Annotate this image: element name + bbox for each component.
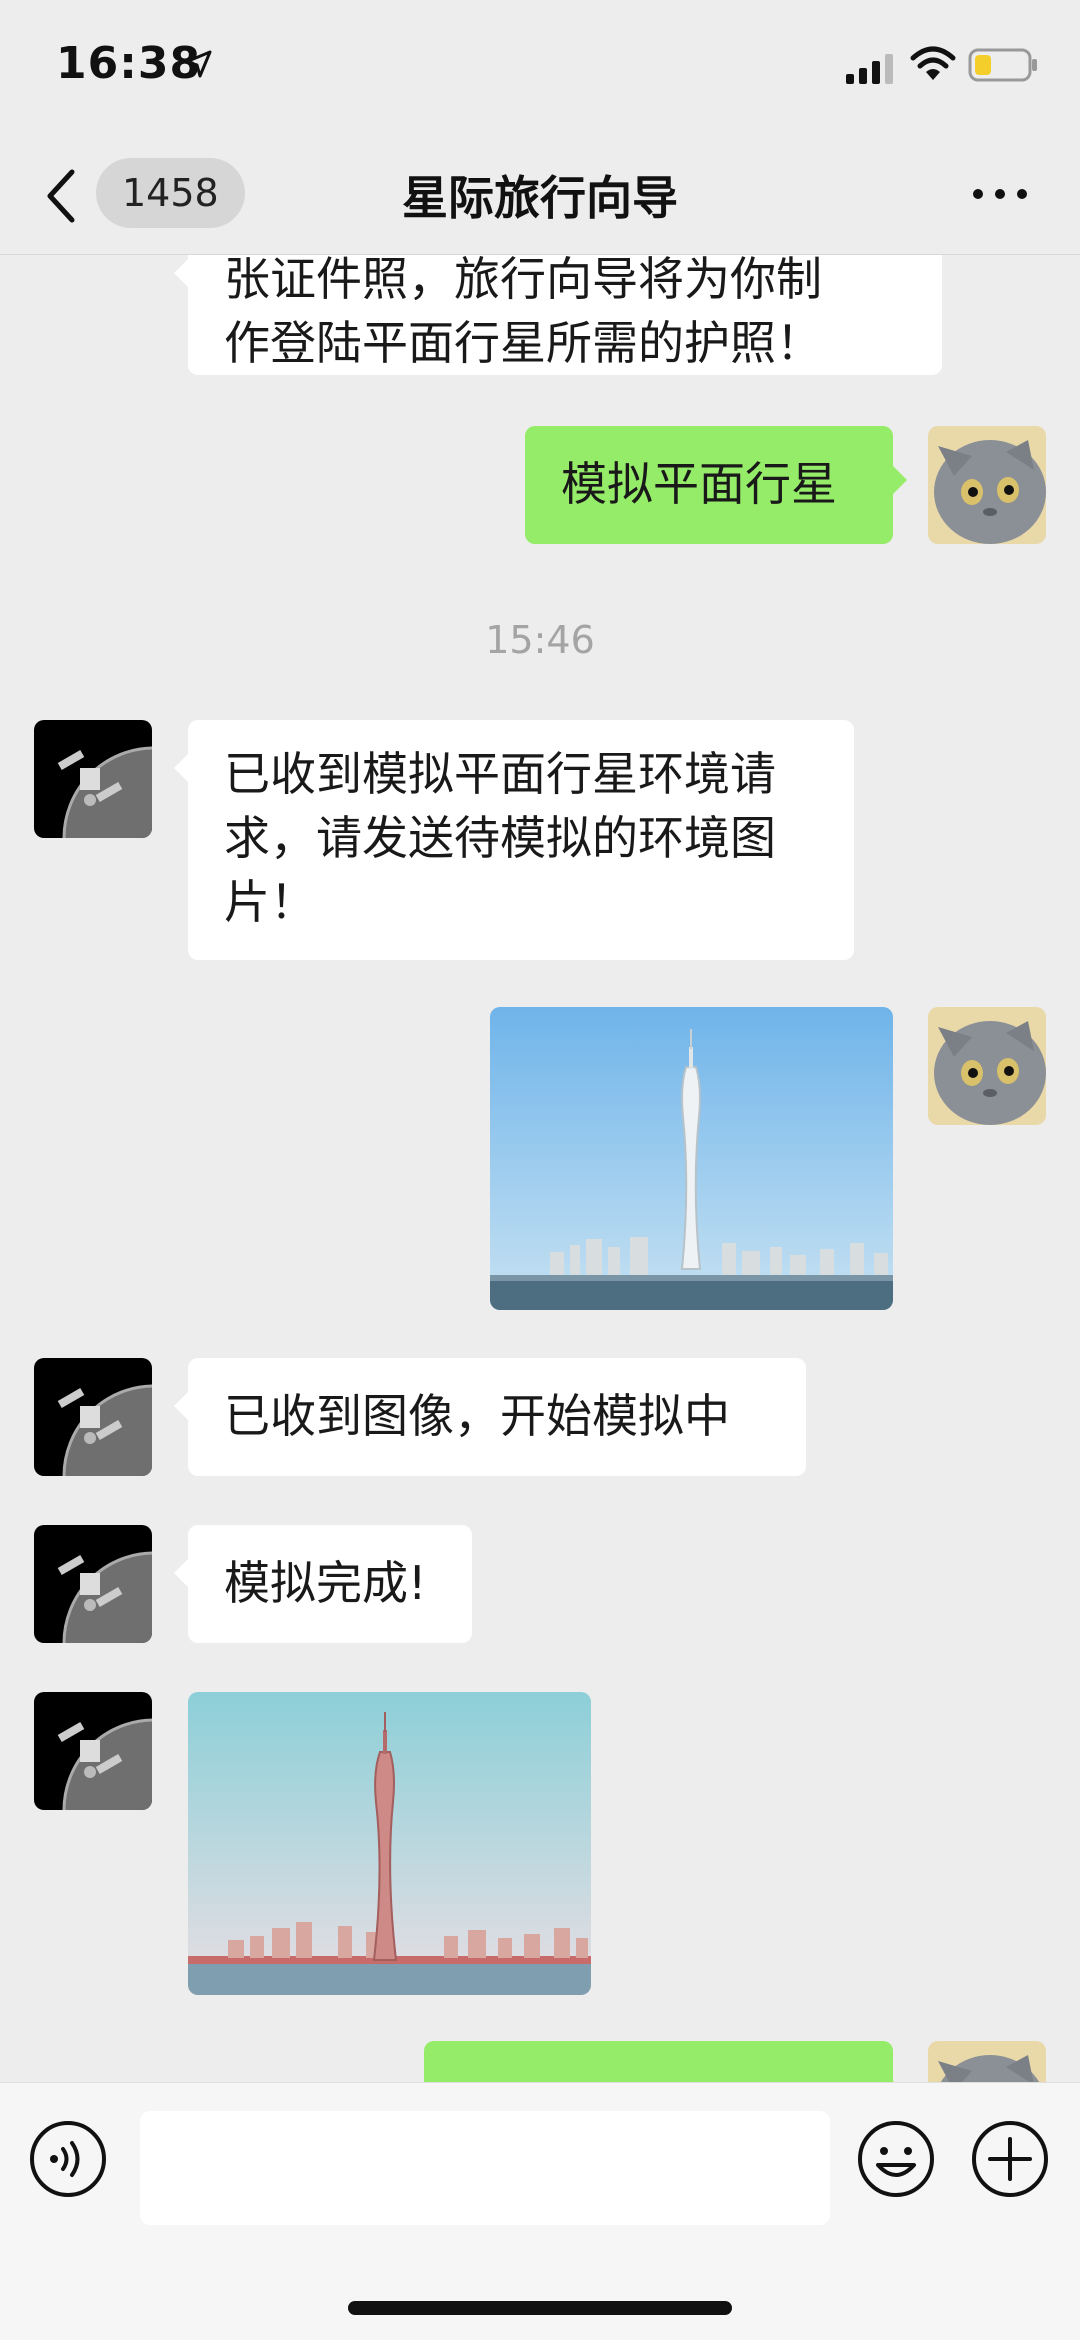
home-indicator	[348, 2301, 732, 2315]
status-bar: 16:38	[0, 0, 1080, 140]
battery-icon	[968, 48, 1037, 82]
message-timestamp: 15:46	[485, 618, 595, 662]
chat-header: 1458 星际旅行向导	[0, 140, 1080, 255]
message-text: 模拟完成!	[224, 1556, 427, 1610]
add-attachment-icon[interactable]	[970, 2119, 1050, 2199]
incoming-message-bubble[interactable]: 已收到图像，开始模拟中	[174, 1358, 806, 1476]
bot-avatar-satellite[interactable]	[34, 1525, 152, 1643]
location-arrow-icon	[184, 50, 212, 78]
canton-tower-photo	[490, 1007, 893, 1310]
cat-avatar-icon	[928, 1007, 1046, 1125]
message-text: 模拟平面行星	[561, 457, 837, 511]
satellite-avatar-icon	[34, 1525, 152, 1643]
bot-avatar-satellite[interactable]	[34, 720, 152, 838]
message-list[interactable]: 张证件照，旅行向导将为你制 作登陆平面行星所需的护照！ 模拟平面行星 15:46	[0, 255, 1080, 2082]
outgoing-image-canton-tower[interactable]	[490, 1007, 893, 1310]
satellite-avatar-icon	[34, 1692, 152, 1810]
simulated-tower-photo	[188, 1692, 591, 1995]
input-bar	[0, 2082, 1080, 2340]
user-avatar-cat[interactable]	[928, 426, 1046, 544]
satellite-avatar-icon	[34, 1358, 152, 1476]
bot-avatar-satellite[interactable]	[34, 1692, 152, 1810]
user-avatar-cat[interactable]	[928, 1007, 1046, 1125]
incoming-message-bubble[interactable]: 张证件照，旅行向导将为你制 作登陆平面行星所需的护照！	[174, 255, 942, 375]
wifi-icon	[910, 46, 956, 80]
voice-input-icon[interactable]	[28, 2119, 108, 2199]
outgoing-message-bubble[interactable]: 模拟平面行星	[525, 426, 907, 544]
bot-avatar-satellite[interactable]	[34, 1358, 152, 1476]
more-options-icon[interactable]	[970, 184, 1030, 204]
message-text: 已收到图像，开始模拟中	[224, 1389, 730, 1443]
cat-avatar-icon	[928, 2041, 1046, 2082]
message-text-line: 张证件照，旅行向导将为你制	[224, 255, 822, 306]
incoming-image-simulated-tower[interactable]	[188, 1692, 591, 1995]
satellite-avatar-icon	[34, 720, 152, 838]
cellular-signal-icon	[846, 54, 893, 84]
chat-title: 星际旅行向导	[402, 171, 678, 225]
user-avatar-cat[interactable]	[928, 2041, 1046, 2082]
incoming-message-bubble[interactable]: 模拟完成!	[174, 1525, 472, 1643]
emoji-icon[interactable]	[856, 2119, 936, 2199]
message-text-line: 作登陆平面行星所需的护照！	[224, 316, 822, 370]
status-time: 16:38	[56, 38, 202, 89]
message-input[interactable]	[140, 2111, 830, 2225]
cat-avatar-icon	[928, 426, 1046, 544]
incoming-message-bubble[interactable]: 已收到模拟平面行星环境请求，请发送待模拟的环境图片！	[174, 720, 854, 960]
message-text: 已收到模拟平面行星环境请求，请发送待模拟的环境图片！	[224, 747, 776, 929]
outgoing-message-bubble-partial[interactable]	[424, 2041, 907, 2082]
